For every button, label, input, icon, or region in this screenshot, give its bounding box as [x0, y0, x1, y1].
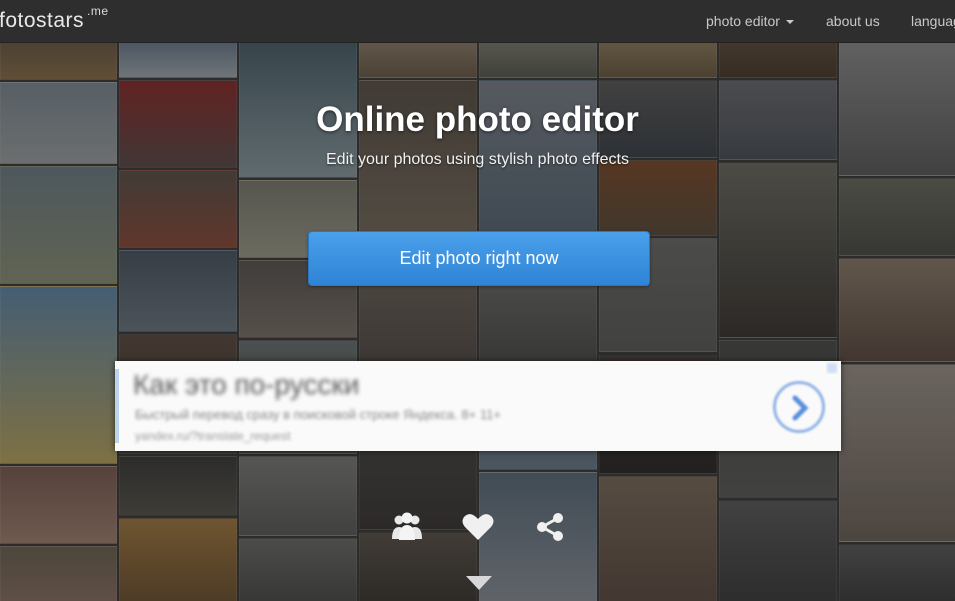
- scroll-down-arrow-icon[interactable]: [466, 576, 492, 597]
- ad-banner[interactable]: Как это по-русски Быстрый перевод сразу …: [115, 361, 841, 451]
- users-icon[interactable]: [391, 511, 423, 546]
- share-icon[interactable]: [534, 511, 566, 548]
- ad-arrow-button[interactable]: [773, 381, 825, 433]
- chevron-down-icon: [785, 20, 794, 25]
- page-title: Online photo editor: [316, 100, 639, 139]
- edit-photo-button[interactable]: Edit photo right now: [308, 231, 650, 286]
- heart-icon[interactable]: [462, 513, 494, 546]
- ad-title: Как это по-русски: [133, 369, 360, 400]
- brand-suffix: .me: [87, 4, 109, 18]
- nav-photo-editor[interactable]: photo editor: [706, 13, 794, 29]
- nav-about-us[interactable]: about us: [826, 13, 880, 29]
- chevron-right-icon: [792, 395, 809, 421]
- ad-url: yandex.ru/?translate_request: [135, 429, 291, 443]
- brand-name: fotostars: [0, 9, 85, 32]
- nav-language[interactable]: languag: [911, 13, 955, 29]
- nav-photo-editor-label: photo editor: [706, 13, 780, 29]
- ad-description: Быстрый перевод сразу в поисковой строке…: [135, 407, 501, 422]
- nav-about-us-label: about us: [826, 13, 880, 29]
- ad-accent-bar: [115, 369, 119, 443]
- page-subtitle: Edit your photos using stylish photo eff…: [326, 151, 629, 168]
- ad-info-icon[interactable]: [827, 363, 837, 373]
- nav-language-label: languag: [911, 13, 955, 29]
- top-navbar: fotostars .me photo editor about us langu…: [0, 0, 955, 43]
- brand-logo[interactable]: fotostars .me: [0, 4, 109, 33]
